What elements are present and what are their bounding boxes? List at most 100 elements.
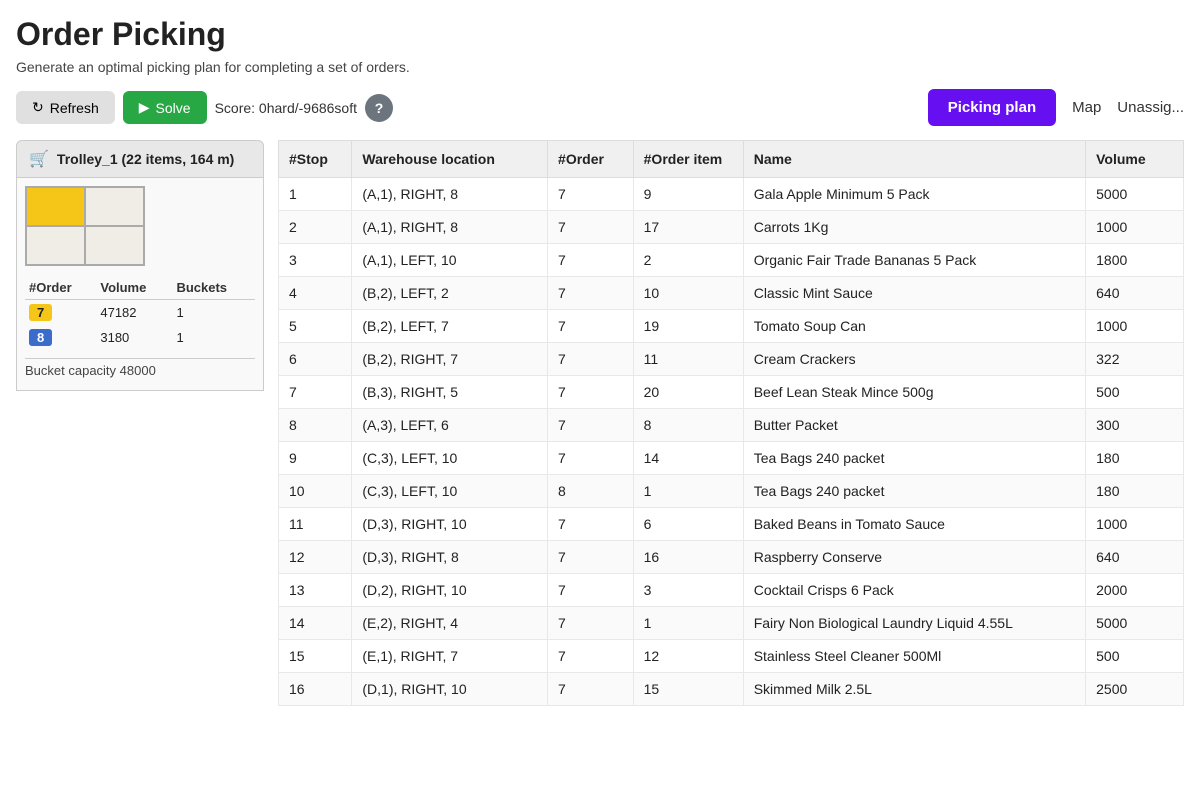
table-section: #StopWarehouse location#Order#Order item… (278, 140, 1184, 706)
order-table-row: 831801 (25, 325, 255, 350)
name-cell: Skimmed Milk 2.5L (743, 673, 1085, 706)
order-item-cell: 9 (633, 178, 743, 211)
order-volume: 47182 (96, 300, 172, 326)
col-header--stop: #Stop (279, 141, 352, 178)
unassign-button[interactable]: Unassig... (1117, 99, 1184, 116)
location-cell: (C,3), LEFT, 10 (352, 475, 548, 508)
order-badge: 7 (29, 304, 52, 321)
name-cell: Classic Mint Sauce (743, 277, 1085, 310)
order-cell: 7 (548, 508, 634, 541)
volume-cell: 500 (1086, 640, 1184, 673)
col-header-volume: Volume (96, 276, 172, 300)
order-badge: 8 (29, 329, 52, 346)
picking-plan-button[interactable]: Picking plan (928, 89, 1056, 126)
col-header--order: #Order (548, 141, 634, 178)
name-cell: Organic Fair Trade Bananas 5 Pack (743, 244, 1085, 277)
name-cell: Raspberry Conserve (743, 541, 1085, 574)
bucket-cell-3 (26, 226, 85, 265)
table-row: 7(B,3), RIGHT, 5720Beef Lean Steak Mince… (279, 376, 1184, 409)
volume-cell: 2500 (1086, 673, 1184, 706)
toolbar: ↻ Refresh ▶ Solve Score: 0hard/-9686soft… (16, 89, 1184, 126)
bucket-capacity: Bucket capacity 48000 (25, 358, 255, 382)
order-item-cell: 10 (633, 277, 743, 310)
table-row: 12(D,3), RIGHT, 8716Raspberry Conserve64… (279, 541, 1184, 574)
location-cell: (B,2), LEFT, 2 (352, 277, 548, 310)
stop-cell: 12 (279, 541, 352, 574)
order-cell: 7 (548, 244, 634, 277)
order-cell: 7 (548, 343, 634, 376)
table-row: 5(B,2), LEFT, 7719Tomato Soup Can1000 (279, 310, 1184, 343)
stop-cell: 3 (279, 244, 352, 277)
order-item-cell: 15 (633, 673, 743, 706)
table-row: 15(E,1), RIGHT, 7712Stainless Steel Clea… (279, 640, 1184, 673)
order-item-cell: 14 (633, 442, 743, 475)
table-row: 16(D,1), RIGHT, 10715Skimmed Milk 2.5L25… (279, 673, 1184, 706)
order-cell: 7 (548, 640, 634, 673)
help-button[interactable]: ? (365, 94, 393, 122)
location-cell: (B,3), RIGHT, 5 (352, 376, 548, 409)
name-cell: Fairy Non Biological Laundry Liquid 4.55… (743, 607, 1085, 640)
order-item-cell: 16 (633, 541, 743, 574)
stop-cell: 11 (279, 508, 352, 541)
location-cell: (E,2), RIGHT, 4 (352, 607, 548, 640)
order-cell: 7 (548, 442, 634, 475)
order-badge-cell: 7 (25, 300, 96, 326)
name-cell: Baked Beans in Tomato Sauce (743, 508, 1085, 541)
order-cell: 7 (548, 673, 634, 706)
volume-cell: 2000 (1086, 574, 1184, 607)
table-row: 2(A,1), RIGHT, 8717Carrots 1Kg1000 (279, 211, 1184, 244)
volume-cell: 500 (1086, 376, 1184, 409)
order-badge-cell: 8 (25, 325, 96, 350)
table-row: 9(C,3), LEFT, 10714Tea Bags 240 packet18… (279, 442, 1184, 475)
location-cell: (A,3), LEFT, 6 (352, 409, 548, 442)
toolbar-right: Picking plan Map Unassig... (928, 89, 1184, 126)
location-cell: (B,2), LEFT, 7 (352, 310, 548, 343)
stop-cell: 15 (279, 640, 352, 673)
stop-cell: 8 (279, 409, 352, 442)
order-volume: 3180 (96, 325, 172, 350)
stop-cell: 1 (279, 178, 352, 211)
order-cell: 7 (548, 574, 634, 607)
order-item-cell: 19 (633, 310, 743, 343)
page-subtitle: Generate an optimal picking plan for com… (16, 59, 1184, 75)
stop-cell: 5 (279, 310, 352, 343)
order-cell: 8 (548, 475, 634, 508)
volume-cell: 1000 (1086, 310, 1184, 343)
col-header-order: #Order (25, 276, 96, 300)
order-item-cell: 8 (633, 409, 743, 442)
stop-cell: 9 (279, 442, 352, 475)
volume-cell: 1000 (1086, 508, 1184, 541)
order-item-cell: 12 (633, 640, 743, 673)
order-item-cell: 1 (633, 607, 743, 640)
table-row: 13(D,2), RIGHT, 1073Cocktail Crisps 6 Pa… (279, 574, 1184, 607)
trolley-icon: 🛒 (29, 149, 49, 169)
stop-cell: 6 (279, 343, 352, 376)
order-cell: 7 (548, 541, 634, 574)
volume-cell: 322 (1086, 343, 1184, 376)
stop-cell: 4 (279, 277, 352, 310)
main-content: 🛒 Trolley_1 (22 items, 164 m) #Order Vol… (16, 140, 1184, 706)
order-item-cell: 6 (633, 508, 743, 541)
location-cell: (D,3), RIGHT, 10 (352, 508, 548, 541)
order-item-cell: 17 (633, 211, 743, 244)
play-icon: ▶ (139, 99, 150, 116)
trolley-title: Trolley_1 (22 items, 164 m) (57, 151, 234, 167)
refresh-button[interactable]: ↻ Refresh (16, 91, 115, 124)
order-table: #Order Volume Buckets 7471821831801 (25, 276, 255, 350)
order-item-cell: 3 (633, 574, 743, 607)
stop-cell: 13 (279, 574, 352, 607)
table-row: 10(C,3), LEFT, 1081Tea Bags 240 packet18… (279, 475, 1184, 508)
solve-button[interactable]: ▶ Solve (123, 91, 207, 124)
location-cell: (A,1), RIGHT, 8 (352, 211, 548, 244)
refresh-icon: ↻ (32, 99, 44, 116)
volume-cell: 5000 (1086, 178, 1184, 211)
bucket-cell-2 (85, 187, 144, 226)
name-cell: Carrots 1Kg (743, 211, 1085, 244)
col-header-volume: Volume (1086, 141, 1184, 178)
order-cell: 7 (548, 211, 634, 244)
bucket-grid (25, 186, 145, 266)
location-cell: (E,1), RIGHT, 7 (352, 640, 548, 673)
location-cell: (A,1), RIGHT, 8 (352, 178, 548, 211)
table-row: 14(E,2), RIGHT, 471Fairy Non Biological … (279, 607, 1184, 640)
map-button[interactable]: Map (1072, 99, 1101, 116)
